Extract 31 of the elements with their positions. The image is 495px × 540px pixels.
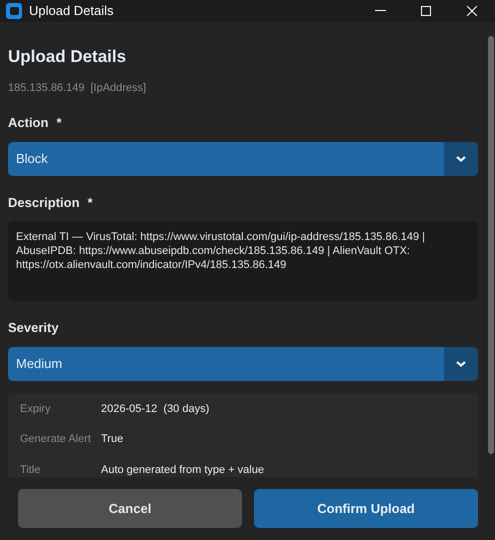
dropdown-value: Block	[16, 150, 49, 168]
required-mark: *	[88, 194, 93, 212]
dropdown-field[interactable]: Medium	[8, 346, 478, 380]
dropdown-toggle[interactable]	[444, 346, 478, 380]
window-title: Upload Details	[29, 2, 114, 20]
detail-label: Title	[20, 462, 42, 477]
minimize-icon	[374, 10, 386, 12]
confirm-button[interactable]: Confirm Upload	[254, 489, 478, 528]
page-heading: Upload Details	[8, 46, 128, 68]
dropdown-toggle[interactable]	[444, 142, 478, 176]
detail-value: Auto generated from type + value	[101, 462, 264, 477]
maximize-icon	[421, 6, 431, 16]
app-icon	[6, 3, 22, 19]
type-text: [IpAddress]	[90, 80, 146, 96]
description-field[interactable]: External TI — VirusTotal: https://www.virustotal.com/gui/ip-address/185.135.86.149 | AbuseIPDB: https://www.abuseipdb.com/check/185.135.86.149 | AlienVault OTX: https://otx.alienvault.com/indicator/IPv4/185.135.86.149	[8, 221, 478, 301]
dropdown-value: Medium	[16, 354, 64, 373]
detail-label: Generate Alert	[20, 432, 92, 447]
detail-value: True	[101, 432, 124, 447]
detail-label: Expiry	[20, 402, 52, 416]
field-label: Severity	[8, 319, 59, 337]
required-mark: *	[56, 114, 62, 132]
chevron-down-icon	[455, 360, 467, 368]
scrollbar-thumb[interactable]	[488, 36, 494, 454]
field-label: Description	[8, 194, 80, 212]
cancel-button[interactable]: Cancel	[18, 489, 242, 528]
detail-value: 2026-05-12 (30 days)	[101, 402, 210, 416]
chevron-down-icon	[455, 154, 467, 162]
ip-address-text: 185.135.86.149	[8, 80, 84, 96]
field-label: Action	[8, 114, 48, 132]
close-icon	[467, 6, 477, 16]
dropdown-field[interactable]: Block	[8, 142, 478, 176]
